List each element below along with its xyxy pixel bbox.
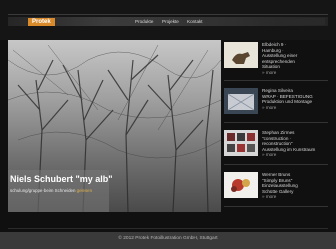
hero-title[interactable]: Niels Schubert "my alb" [10,174,113,184]
teaser-text: Elbdeich 9 · Hamburg · Ausstellung einer… [262,42,328,76]
wrapped-building-image [224,88,258,114]
construction-image [224,130,258,156]
footer-divider [8,228,328,229]
teaser-text: Stephan Zirmes "construction · reconstru… [262,130,328,158]
nav-item-produkte[interactable]: Produkte [135,17,153,26]
footer-copyright: © 2012 Protek Fotoillustration GmbH, Stu… [118,236,218,241]
search-input[interactable] [283,18,325,25]
flower-image [224,172,258,198]
more-link[interactable]: » more [262,194,328,200]
dog-image [224,42,258,68]
hero-image[interactable]: Niels Schubert "my alb" schulung/gruppe·… [8,40,221,212]
more-link[interactable]: » more [262,105,328,111]
more-link[interactable]: » more [262,152,328,158]
more-link[interactable]: » more [262,70,328,76]
hero-link[interactable]: gelesen [77,188,92,193]
hero-subtitle: schulung/gruppe·beim Schneiden gelesen [10,188,92,193]
teaser-divider [224,164,328,165]
teaser-divider [224,122,328,123]
teaser-text: Werner Bruns "Simply Bruns" Einzelausste… [262,172,328,200]
brand-logo[interactable]: Protek [28,18,55,26]
teaser-divider [224,206,328,207]
nav-item-kontakt[interactable]: Kontakt [187,17,203,26]
footer: © 2012 Protek Fotoillustration GmbH, Stu… [0,232,336,249]
teaser-divider [224,80,328,81]
hero-subtitle-text: schulung/gruppe·beim Schneiden [10,188,76,193]
hero-caption: Niels Schubert "my alb" schulung/gruppe·… [8,170,113,212]
nav-item-projekte[interactable]: Projekte [162,17,179,26]
header-divider [8,14,328,15]
teaser-text: Regina Silveira WRAP · BEFESTIGUNG Produ… [262,88,328,110]
teaser-line: Ausstellung einer entsprechenden [262,53,298,64]
